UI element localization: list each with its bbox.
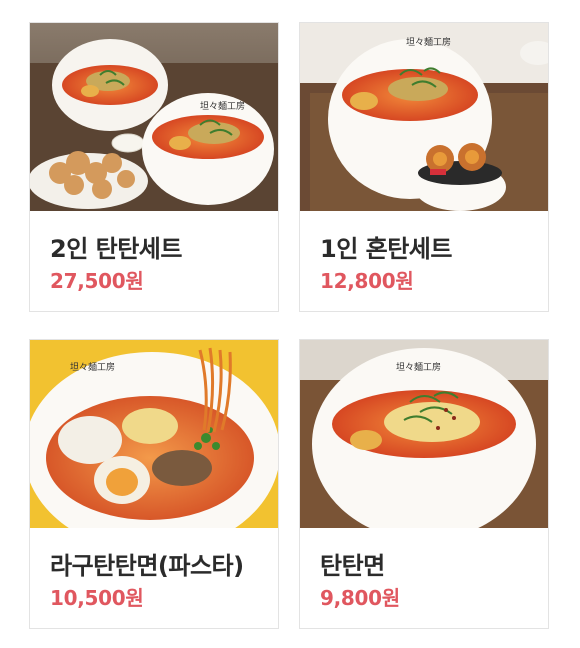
menu-item-price: 12,800원 xyxy=(320,269,414,293)
svg-text:坦々麺工房: 坦々麺工房 xyxy=(396,361,441,373)
menu-card-tantan-set-two[interactable]: 坦々麺工房 2인 탄탄세트 27,500원 xyxy=(29,22,279,312)
menu-card-hontan-set-one[interactable]: 坦々麺工房 1인 혼탄세트 12,800원 xyxy=(299,22,549,312)
tantan-set-two-image: 坦々麺工房 xyxy=(30,23,278,211)
menu-item-name: 라구탄탄면(파스타) xyxy=(50,552,244,580)
menu-item-name: 탄탄면 xyxy=(320,552,385,580)
menu-card-ragu-tantan-pasta[interactable]: 坦々麺工房 라구탄탄면(파스타) 10,500원 xyxy=(29,339,279,629)
menu-item-name: 1인 혼탄세트 xyxy=(320,235,452,263)
menu-card-tantanmen[interactable]: 坦々麺工房 탄탄면 9,800원 xyxy=(299,339,549,629)
svg-text:坦々麺工房: 坦々麺工房 xyxy=(200,100,245,112)
hontan-set-one-image: 坦々麺工房 xyxy=(300,23,548,211)
menu-item-price: 9,800원 xyxy=(320,586,400,610)
menu-item-name: 2인 탄탄세트 xyxy=(50,235,182,263)
menu-item-price: 27,500원 xyxy=(50,269,144,293)
tantanmen-image: 坦々麺工房 xyxy=(300,340,548,528)
svg-text:坦々麺工房: 坦々麺工房 xyxy=(406,36,451,48)
svg-text:坦々麺工房: 坦々麺工房 xyxy=(70,361,115,373)
menu-item-price: 10,500원 xyxy=(50,586,144,610)
ragu-tantan-pasta-image: 坦々麺工房 xyxy=(30,340,278,528)
